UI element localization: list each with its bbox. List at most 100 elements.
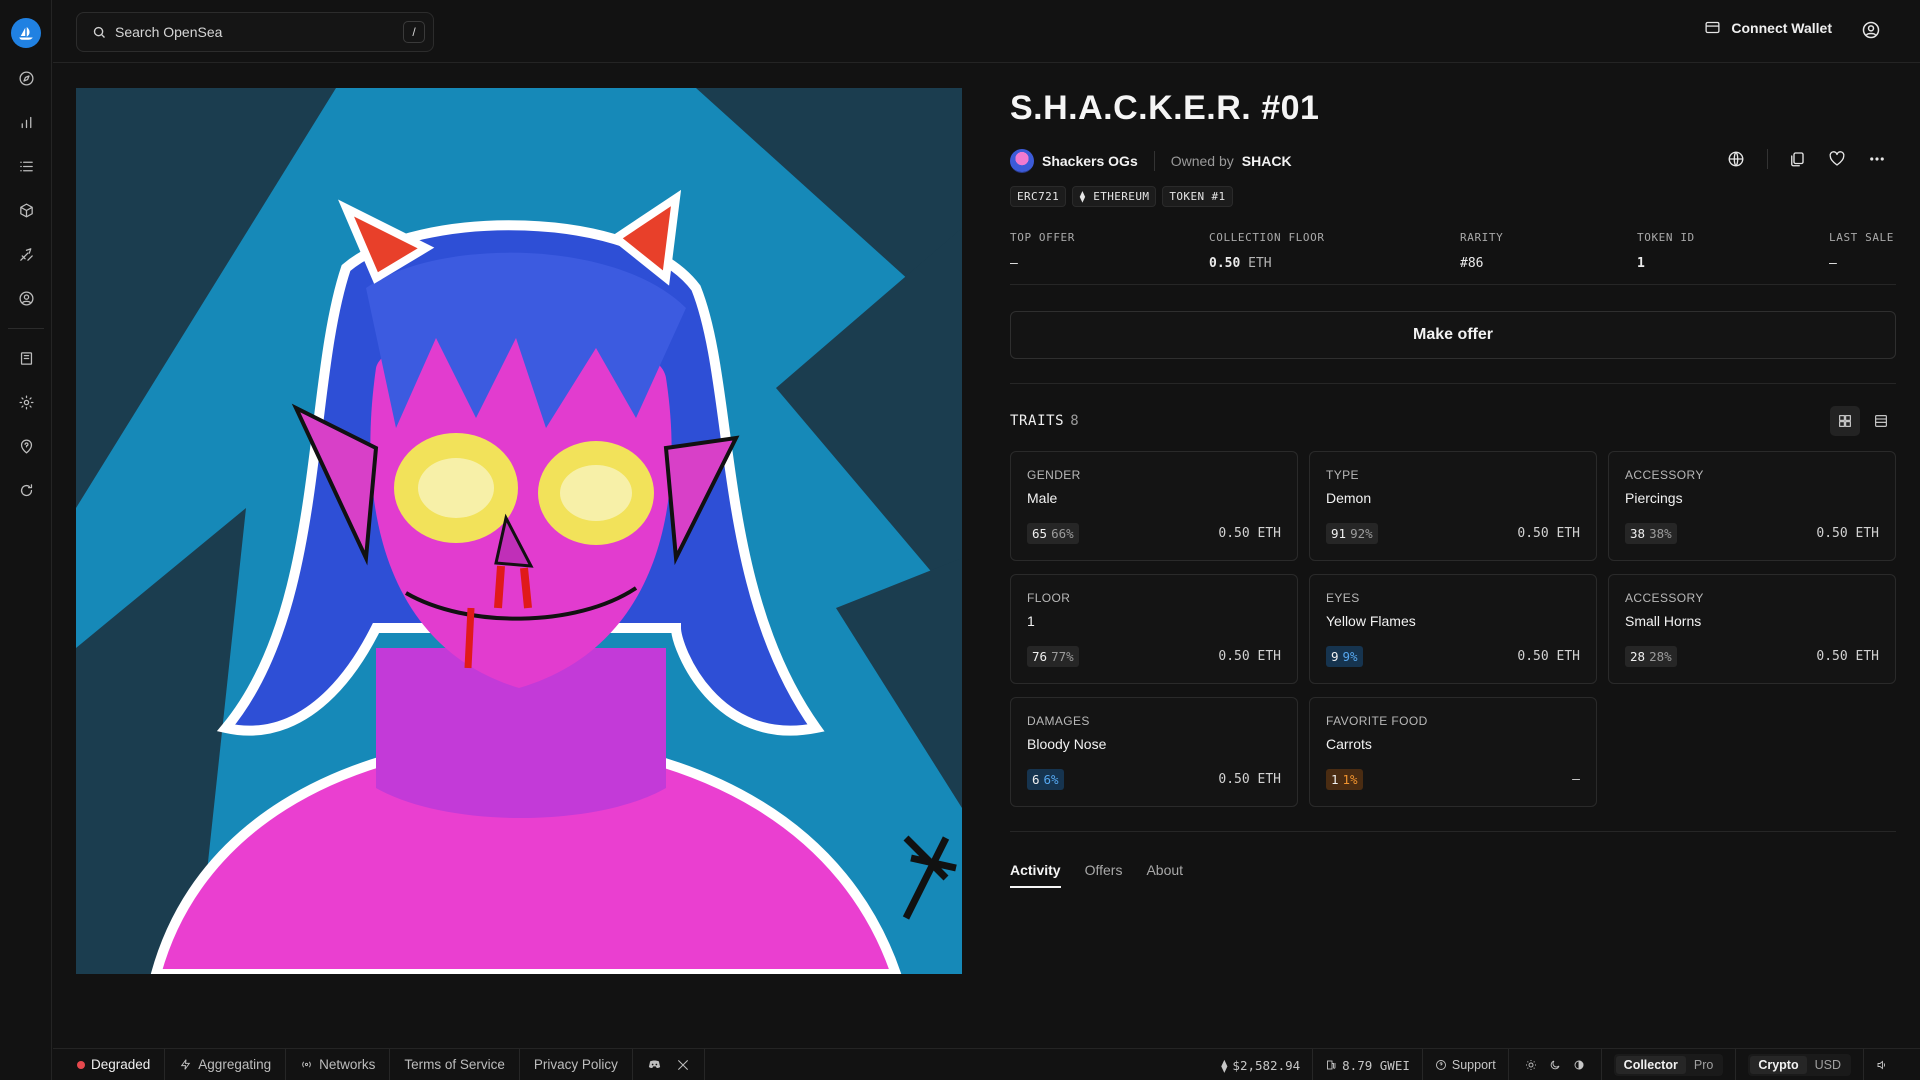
privacy-link[interactable]: Privacy Policy <box>520 1048 633 1080</box>
mode-collector[interactable]: Collector <box>1615 1056 1686 1074</box>
user-circle-icon <box>1862 21 1880 39</box>
trait-value: Yellow Flames <box>1326 613 1416 629</box>
trait-percentage: 92% <box>1350 526 1373 541</box>
tab-about[interactable]: About <box>1146 862 1183 888</box>
help-icon[interactable] <box>14 434 38 458</box>
nft-image <box>76 88 962 974</box>
refresh-icon[interactable] <box>14 478 38 502</box>
opensea-logo-icon[interactable] <box>11 18 41 48</box>
trait-floor-price: 0.50 ETH <box>1816 526 1879 541</box>
connect-wallet-button[interactable]: Connect Wallet <box>1704 19 1832 36</box>
trait-type: EYES <box>1326 591 1360 605</box>
contrast-icon[interactable] <box>1569 1055 1589 1075</box>
trait-card[interactable]: FLOOR 1 76 77% 0.50 ETH <box>1010 574 1298 684</box>
make-offer-button[interactable]: Make offer <box>1010 311 1896 359</box>
tab-offers[interactable]: Offers <box>1085 862 1123 888</box>
mode-segmented-control: Collector Pro <box>1613 1054 1724 1076</box>
trait-count-number: 38 <box>1630 526 1646 541</box>
sidebar-divider <box>8 328 44 329</box>
globe-icon[interactable] <box>1725 148 1747 170</box>
trait-count-number: 1 <box>1331 772 1339 787</box>
tab-activity[interactable]: Activity <box>1010 862 1061 888</box>
trait-card[interactable]: ACCESSORY Piercings 38 38% 0.50 ETH <box>1608 451 1896 561</box>
wallet-icon <box>1705 21 1720 34</box>
list-view-icon[interactable] <box>1866 406 1896 436</box>
trait-value: Bloody Nose <box>1027 736 1107 752</box>
trait-count-number: 28 <box>1630 649 1646 664</box>
search-input[interactable] <box>115 24 385 40</box>
trait-percentage: 1% <box>1342 772 1358 787</box>
compass-icon[interactable] <box>14 66 38 90</box>
gas-price-value: 8.79 GWEI <box>1342 1057 1410 1073</box>
user-circle-icon[interactable] <box>14 286 38 310</box>
trait-floor-price: 0.50 ETH <box>1218 772 1281 787</box>
signal-icon <box>302 1061 311 1068</box>
trait-floor-price: 0.50 ETH <box>1517 526 1580 541</box>
trait-card[interactable]: ACCESSORY Small Horns 28 28% 0.50 ETH <box>1608 574 1896 684</box>
stat-value: 0.50 ETH <box>1209 256 1325 271</box>
ethereum-icon: ⧫ <box>1079 190 1094 203</box>
token-chips: ERC721 ⧫ ETHEREUM TOKEN #1 <box>1010 186 1896 207</box>
copy-icon[interactable] <box>1786 148 1808 170</box>
trait-count-number: 91 <box>1331 526 1347 541</box>
trait-value: Carrots <box>1326 736 1372 752</box>
trait-card[interactable]: FAVORITE FOOD Carrots 1 1% – <box>1309 697 1597 807</box>
trait-floor-price: 0.50 ETH <box>1218 526 1281 541</box>
chip-token: TOKEN #1 <box>1162 186 1233 207</box>
owner-link[interactable]: SHACK <box>1242 153 1292 169</box>
collection-link[interactable]: Shackers OGs <box>1042 153 1138 169</box>
status-footer: Degraded Aggregating Networks Terms of S… <box>53 1048 1920 1080</box>
currency-crypto[interactable]: Crypto <box>1750 1056 1807 1074</box>
networks-link[interactable]: Networks <box>286 1048 391 1080</box>
app-root: / Connect Wallet <box>0 0 1920 1080</box>
stat-value: 1 <box>1637 256 1645 271</box>
support-link[interactable]: Support <box>1421 1049 1508 1080</box>
heart-icon[interactable] <box>1826 148 1848 170</box>
mode-pro[interactable]: Pro <box>1686 1056 1721 1074</box>
currency-usd[interactable]: USD <box>1807 1056 1849 1074</box>
nft-title: S.H.A.C.K.E.R. #01 <box>1010 89 1320 127</box>
eth-price-value: $2,582.94 <box>1232 1057 1301 1073</box>
status-indicator[interactable]: Degraded <box>53 1048 166 1080</box>
discord-icon[interactable] <box>647 1057 662 1072</box>
trait-count-number: 9 <box>1331 649 1339 664</box>
sound-toggle[interactable] <box>1863 1049 1900 1080</box>
collection-avatar[interactable] <box>1010 149 1034 173</box>
trait-value: Male <box>1027 490 1058 506</box>
brush-icon[interactable] <box>14 242 38 266</box>
stat-value[interactable]: #86 <box>1460 256 1503 271</box>
stat-collection-floor: COLLECTION FLOOR 0.50 ETH <box>1209 231 1325 271</box>
gear-icon[interactable] <box>14 390 38 414</box>
terms-link[interactable]: Terms of Service <box>390 1048 520 1080</box>
detail-tabs: Activity Offers About <box>1010 862 1896 888</box>
trait-type: ACCESSORY <box>1625 468 1704 482</box>
more-options-icon[interactable] <box>1866 148 1888 170</box>
trait-card[interactable]: DAMAGES Bloody Nose 6 6% 0.50 ETH <box>1010 697 1298 807</box>
moon-icon[interactable] <box>1545 1055 1565 1075</box>
trait-count: 1 1% <box>1326 769 1363 790</box>
cube-icon[interactable] <box>14 198 38 222</box>
trait-card[interactable]: GENDER Male 65 66% 0.50 ETH <box>1010 451 1298 561</box>
profile-button[interactable] <box>1861 20 1883 42</box>
x-twitter-icon[interactable] <box>676 1058 690 1072</box>
trait-type: GENDER <box>1027 468 1081 482</box>
traits-title: TRAITS <box>1010 413 1065 429</box>
chart-icon[interactable] <box>14 110 38 134</box>
search-bar[interactable]: / <box>76 12 434 52</box>
status-dot-icon <box>77 1060 85 1069</box>
trait-count: 9 9% <box>1326 646 1363 667</box>
floor-value: 0.50 <box>1209 256 1241 271</box>
trait-type: FLOOR <box>1027 591 1071 605</box>
trait-count-number: 65 <box>1032 526 1048 541</box>
trait-count: 91 92% <box>1326 523 1378 544</box>
book-icon[interactable] <box>14 346 38 370</box>
aggregating-indicator[interactable]: Aggregating <box>165 1048 287 1080</box>
trait-card[interactable]: TYPE Demon 91 92% 0.50 ETH <box>1309 451 1597 561</box>
nft-artwork[interactable] <box>76 88 962 974</box>
trait-card[interactable]: EYES Yellow Flames 9 9% 0.50 ETH <box>1309 574 1597 684</box>
sun-icon[interactable] <box>1521 1055 1541 1075</box>
list-icon[interactable] <box>14 154 38 178</box>
aggregating-label: Aggregating <box>198 1057 272 1072</box>
grid-view-icon[interactable] <box>1830 406 1860 436</box>
lightning-icon <box>181 1059 191 1070</box>
